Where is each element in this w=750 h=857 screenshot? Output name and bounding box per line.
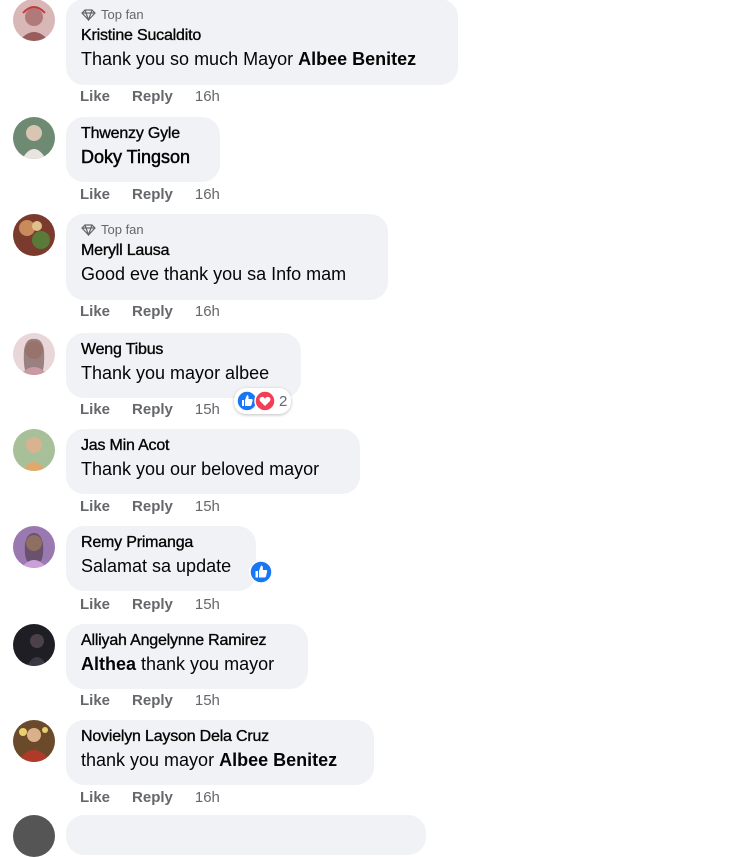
like-button[interactable]: Like [80,303,110,320]
comment-actions: Like Reply 15h [80,498,220,515]
top-fan-badge: Top fan [81,221,374,238]
reply-button[interactable]: Reply [132,692,173,709]
like-button[interactable]: Like [80,186,110,203]
comment-text: thank you mayor Albee Benitez [81,750,338,770]
love-reaction-icon [254,390,276,412]
comment-actions: Like Reply 16h [80,303,220,320]
avatar[interactable] [13,0,55,41]
comment-bubble: Jas Min Acot Thank you our beloved mayor [66,429,360,494]
timestamp[interactable]: 15h [195,498,220,515]
reply-button[interactable]: Reply [132,88,173,105]
badge-label: Top fan [101,222,144,237]
commenter-name[interactable]: Alliyah Angelynne Ramirez [81,631,294,651]
comment-text: Good eve thank you sa Info mam [81,264,347,284]
mention-link[interactable]: Albee Benitez [298,49,416,69]
like-button[interactable]: Like [80,401,110,418]
avatar[interactable] [13,214,55,256]
commenter-name[interactable]: Weng Tibus [81,340,287,360]
commenter-name[interactable]: Thwenzy Gyle [81,124,206,144]
badge-label: Top fan [101,7,144,22]
avatar[interactable] [13,720,55,762]
comment-bubble: Thwenzy Gyle Doky Tingson [66,117,220,182]
reply-button[interactable]: Reply [132,186,173,203]
mention-link[interactable]: Doky Tingson [81,147,191,168]
reply-button[interactable]: Reply [132,303,173,320]
commenter-name[interactable]: Remy Primanga [81,533,242,553]
reply-button[interactable]: Reply [132,401,173,418]
like-button[interactable]: Like [80,88,110,105]
reply-button[interactable]: Reply [132,596,173,613]
comment-bubble: Remy Primanga Salamat sa update [66,526,256,591]
commenter-name[interactable]: Novielyn Layson Dela Cruz [81,727,360,747]
avatar[interactable] [13,815,55,857]
comment-text: Althea thank you mayor [81,654,275,674]
like-button[interactable]: Like [80,692,110,709]
comment-bubble [66,815,426,855]
comment-actions: Like Reply 16h [80,88,220,105]
comment-actions: Like Reply 15h [80,596,220,613]
reply-button[interactable]: Reply [132,789,173,806]
comment-text: Thank you our beloved mayor [81,459,320,479]
commenter-name[interactable]: Kristine Sucaldito [81,26,444,46]
reaction-summary[interactable]: 2 [234,388,292,414]
top-fan-diamond-icon [81,8,96,21]
comment-actions: Like Reply 15h [80,692,220,709]
timestamp[interactable]: 15h [195,401,220,418]
mention-link[interactable]: Albee Benitez [219,750,337,770]
timestamp[interactable]: 16h [195,303,220,320]
avatar[interactable] [13,117,55,159]
avatar[interactable] [13,333,55,375]
timestamp[interactable]: 16h [195,186,220,203]
comment-actions: Like Reply 15h [80,401,220,418]
avatar[interactable] [13,526,55,568]
commenter-name[interactable]: Jas Min Acot [81,436,346,456]
timestamp[interactable]: 16h [195,789,220,806]
like-button[interactable]: Like [80,789,110,806]
commenter-name[interactable]: Meryll Lausa [81,241,374,261]
avatar[interactable] [13,429,55,471]
comment-text: Salamat sa update [81,556,232,576]
comment-text: Thank you so much Mayor Albee Benitez [81,49,417,69]
timestamp[interactable]: 15h [195,692,220,709]
comment-text: Thank you mayor albee [81,363,270,383]
avatar[interactable] [13,624,55,666]
mention-link[interactable]: Althea [81,654,136,674]
comment-bubble: Alliyah Angelynne Ramirez Althea thank y… [66,624,308,689]
top-fan-badge: Top fan [81,6,444,23]
comment-bubble: Novielyn Layson Dela Cruz thank you mayo… [66,720,374,785]
reaction-count: 2 [279,392,288,410]
top-fan-diamond-icon [81,223,96,236]
timestamp[interactable]: 15h [195,596,220,613]
comment-actions: Like Reply 16h [80,789,220,806]
comment-text: Doky Tingson [81,144,206,170]
comment-actions: Like Reply 16h [80,186,220,203]
timestamp[interactable]: 16h [195,88,220,105]
comment-bubble: Top fan Meryll Lausa Good eve thank you … [66,214,388,300]
like-reaction-icon[interactable] [249,560,273,584]
like-button[interactable]: Like [80,498,110,515]
reply-button[interactable]: Reply [132,498,173,515]
comment-bubble: Top fan Kristine Sucaldito Thank you so … [66,0,458,85]
like-button[interactable]: Like [80,596,110,613]
